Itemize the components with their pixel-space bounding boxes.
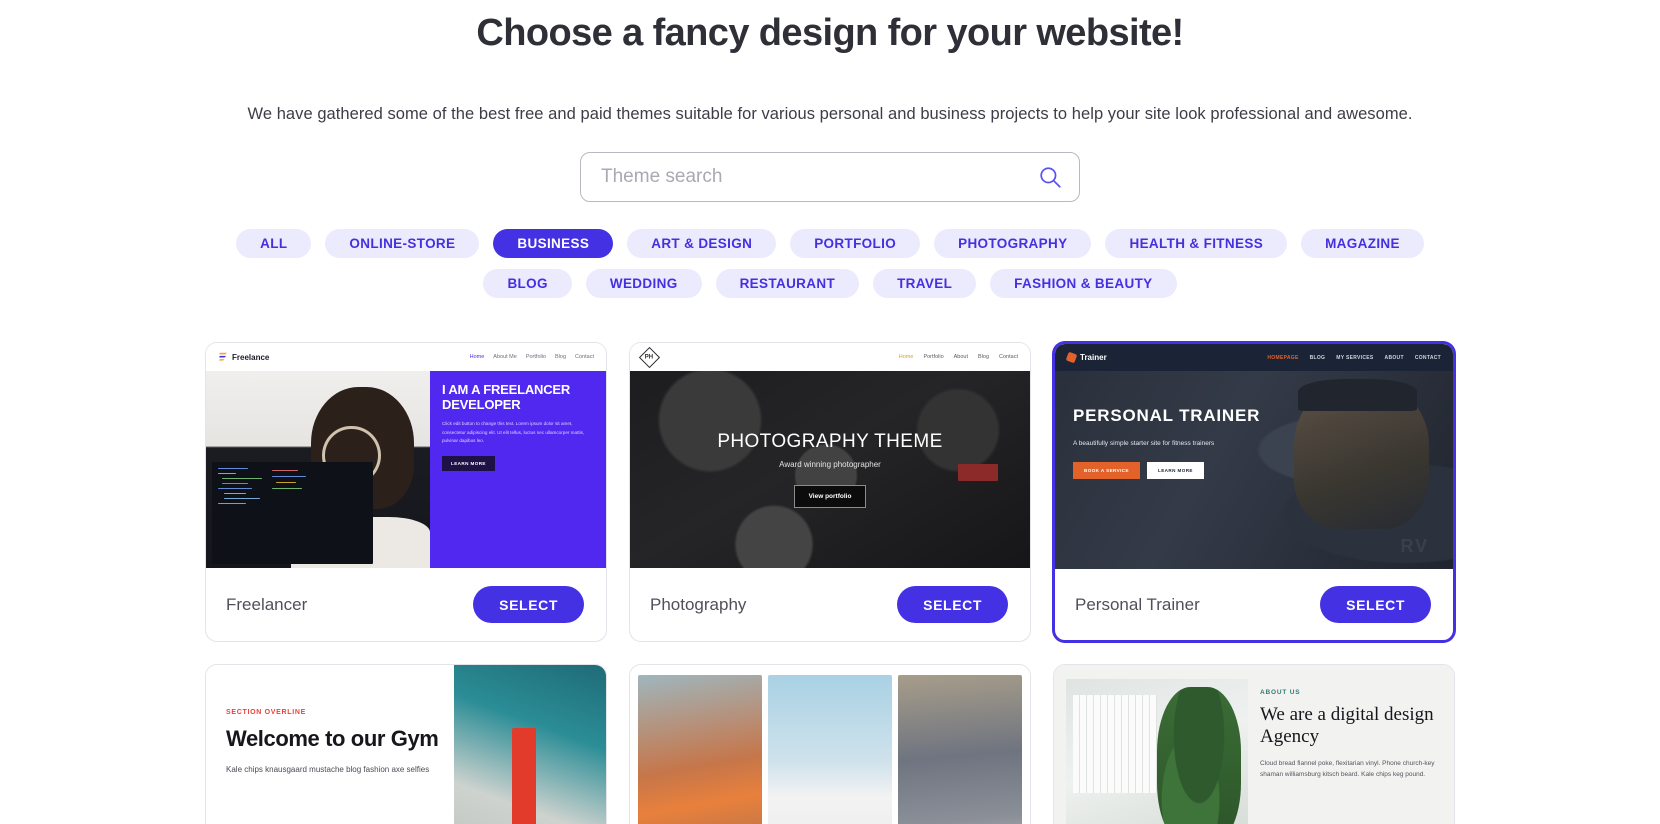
filter-tag-restaurant[interactable]: RESTAURANT [715, 269, 860, 298]
preview-brand-label: Trainer [1080, 353, 1107, 362]
preview-headline: PHOTOGRAPHY THEME [717, 431, 943, 452]
preview-nav-item: Contact [575, 354, 594, 360]
preview-brand-label: PH [645, 354, 654, 360]
preview-photo [768, 675, 892, 824]
trainer-logo-icon [1065, 351, 1078, 364]
theme-card-personal-trainer[interactable]: Trainer HOMEPAGE BLOG MY SERVICES ABOUT … [1053, 342, 1455, 642]
page-title: Choose a fancy design for your website! [476, 12, 1184, 54]
filter-tag-fashion-beauty[interactable]: FASHION & BEAUTY [990, 269, 1177, 298]
preview-hero: PHOTOGRAPHY THEME Award winning photogra… [630, 371, 1030, 568]
theme-preview-photography: PH Home Portfolio About Blog Contact PHO… [630, 343, 1030, 568]
preview-nav-links: HOMEPAGE BLOG MY SERVICES ABOUT CONTACT [1267, 355, 1441, 361]
select-button[interactable]: SELECT [473, 586, 584, 623]
preview-nav-item: HOMEPAGE [1267, 354, 1299, 361]
preview-photo [898, 675, 1022, 824]
filter-tag-blog[interactable]: BLOG [483, 269, 572, 298]
theme-card-photography[interactable]: PH Home Portfolio About Blog Contact PHO… [629, 342, 1031, 642]
preview-headline: Welcome to our Gym [226, 726, 439, 751]
preview-navbar: Freelance Home About Me Portfolio Blog C… [206, 343, 606, 371]
preview-overline: ABOUT US [1260, 689, 1301, 696]
preview-watermark: RV [1400, 536, 1430, 557]
filter-tag-travel[interactable]: TRAVEL [873, 269, 977, 298]
preview-headline: We are a digital design Agency [1260, 704, 1434, 747]
select-button[interactable]: SELECT [1320, 586, 1431, 623]
theme-preview-agency: ABOUT US We are a digital design Agency … [1054, 665, 1454, 824]
theme-picker-page: Choose a fancy design for your website! … [0, 0, 1660, 824]
theme-grid: Freelance Home About Me Portfolio Blog C… [205, 342, 1455, 824]
preview-nav-item: ABOUT [1384, 354, 1404, 361]
preview-photo [638, 675, 762, 824]
filter-tag-art-design[interactable]: ART & DESIGN [627, 229, 777, 258]
theme-preview-personal-trainer: Trainer HOMEPAGE BLOG MY SERVICES ABOUT … [1055, 344, 1453, 569]
preview-cta-button: View portfolio [793, 485, 867, 508]
theme-card-freelancer[interactable]: Freelance Home About Me Portfolio Blog C… [205, 342, 607, 642]
preview-nav-item: MY SERVICES [1336, 354, 1374, 361]
search-input[interactable] [601, 166, 1037, 188]
theme-name: Freelancer [226, 594, 308, 614]
filter-tag-health-fitness[interactable]: HEALTH & FITNESS [1105, 229, 1288, 258]
preview-navbar: PH Home Portfolio About Blog Contact [630, 343, 1030, 371]
preview-photo [206, 371, 430, 568]
filter-tag-portfolio[interactable]: PORTFOLIO [790, 229, 921, 258]
preview-body: Kale chips knausgaard mustache blog fash… [226, 765, 430, 774]
theme-name: Personal Trainer [1075, 594, 1200, 614]
preview-navbar: Trainer HOMEPAGE BLOG MY SERVICES ABOUT … [1055, 344, 1453, 371]
theme-card-agency[interactable]: ABOUT US We are a digital design Agency … [1053, 664, 1455, 824]
theme-preview-gym: SECTION OVERLINE Welcome to our Gym Kale… [206, 665, 606, 824]
select-button[interactable]: SELECT [897, 586, 1008, 623]
preview-nav-item: Home [898, 354, 914, 360]
filter-tag-photography[interactable]: PHOTOGRAPHY [934, 229, 1092, 258]
theme-card-fashion[interactable]: Fashion SELECT [629, 664, 1031, 824]
theme-preview-freelancer: Freelance Home About Me Portfolio Blog C… [206, 343, 606, 568]
preview-nav-item: About [953, 354, 969, 360]
preview-brand-label: Freelance [232, 352, 270, 362]
preview-brand: Trainer [1065, 351, 1107, 364]
preview-body: Cloud bread flannel poke, flexitarian vi… [1260, 759, 1435, 779]
filter-tag-list: ALL ONLINE-STORE BUSINESS ART & DESIGN P… [200, 229, 1460, 298]
preview-overline: SECTION OVERLINE [226, 709, 307, 716]
theme-card-footer: Photography SELECT [630, 568, 1030, 641]
preview-body: Click edit button to change this text. L… [442, 421, 585, 444]
filter-tag-business[interactable]: BUSINESS [493, 229, 614, 258]
preview-body: A beautifully simple starter site for fi… [1073, 439, 1215, 447]
filter-tag-all[interactable]: ALL [236, 229, 312, 258]
theme-card-footer: Freelancer SELECT [206, 568, 606, 641]
preview-hero: RV PERSONAL TRAINER A beautifully simple… [1055, 371, 1453, 569]
preview-nav-item: Home [469, 354, 485, 360]
preview-nav-links: Home Portfolio About Blog Contact [899, 354, 1018, 360]
preview-nav-item: Portfolio [525, 354, 547, 360]
theme-card-footer: Personal Trainer SELECT [1055, 569, 1453, 640]
theme-search-box[interactable] [580, 152, 1080, 202]
theme-card-gym[interactable]: SECTION OVERLINE Welcome to our Gym Kale… [205, 664, 607, 824]
preview-photo [1066, 679, 1248, 824]
filter-tag-magazine[interactable]: MAGAZINE [1301, 229, 1424, 258]
preview-nav-item: CONTACT [1414, 354, 1441, 361]
preview-brand: Freelance [218, 352, 269, 363]
filter-tag-online-store[interactable]: ONLINE-STORE [325, 229, 480, 258]
preview-cta-secondary: LEARN MORE [1147, 462, 1204, 480]
preview-nav-links: Home About Me Portfolio Blog Contact [470, 354, 594, 360]
preview-nav-item: Blog [978, 354, 990, 360]
preview-nav-item: Blog [555, 354, 567, 360]
preview-headline: PERSONAL TRAINER [1073, 406, 1261, 425]
preview-nav-item: BLOG [1309, 354, 1326, 361]
preview-nav-item: Contact [999, 354, 1018, 360]
search-icon[interactable] [1037, 164, 1063, 190]
page-subtitle: We have gathered some of the best free a… [247, 105, 1413, 123]
preview-nav-item: About Me [493, 354, 517, 360]
preview-nav-item: Portfolio [923, 354, 944, 360]
theme-preview-fashion [630, 665, 1030, 824]
preview-photo [454, 665, 606, 824]
preview-headline: I AM A FREELANCER DEVELOPER [442, 382, 571, 412]
preview-cta-primary: BOOK A SERVICE [1073, 462, 1140, 480]
theme-name: Photography [650, 594, 747, 614]
freelance-logo-icon [219, 352, 227, 361]
preview-hero-panel: I AM A FREELANCER DEVELOPER Click edit b… [430, 371, 606, 568]
preview-cta-button: LEARN MORE [442, 455, 495, 471]
filter-tag-wedding[interactable]: WEDDING [585, 269, 702, 298]
preview-subheadline: Award winning photographer [779, 460, 881, 469]
photography-logo-icon: PH [638, 346, 661, 368]
